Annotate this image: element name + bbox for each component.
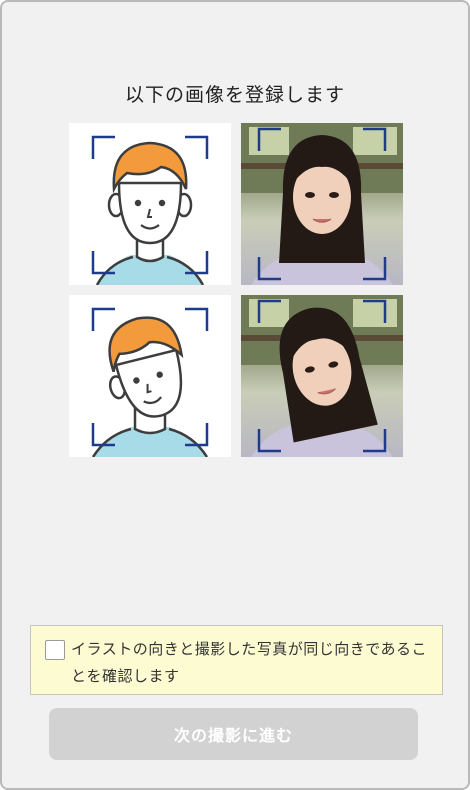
orientation-confirmation: イラストの向きと撮影した写真が同じ向きであることを確認します [30, 625, 443, 695]
confirm-text: イラストの向きと撮影した写真が同じ向きであることを確認します [71, 640, 428, 685]
tilted-face-illustration [69, 295, 231, 457]
page-title: 以下の画像を登録します [124, 84, 345, 106]
app-screen: 以下の画像を登録します イラストの向きと撮影した写真が同じ向きであることを確認し… [0, 0, 470, 790]
confirm-checkbox[interactable] [45, 640, 65, 660]
tilted-face-photo [241, 295, 403, 457]
next-capture-button[interactable]: 次の撮影に進む [49, 708, 418, 760]
front-face-illustration [69, 123, 231, 285]
front-face-photo [241, 123, 403, 285]
